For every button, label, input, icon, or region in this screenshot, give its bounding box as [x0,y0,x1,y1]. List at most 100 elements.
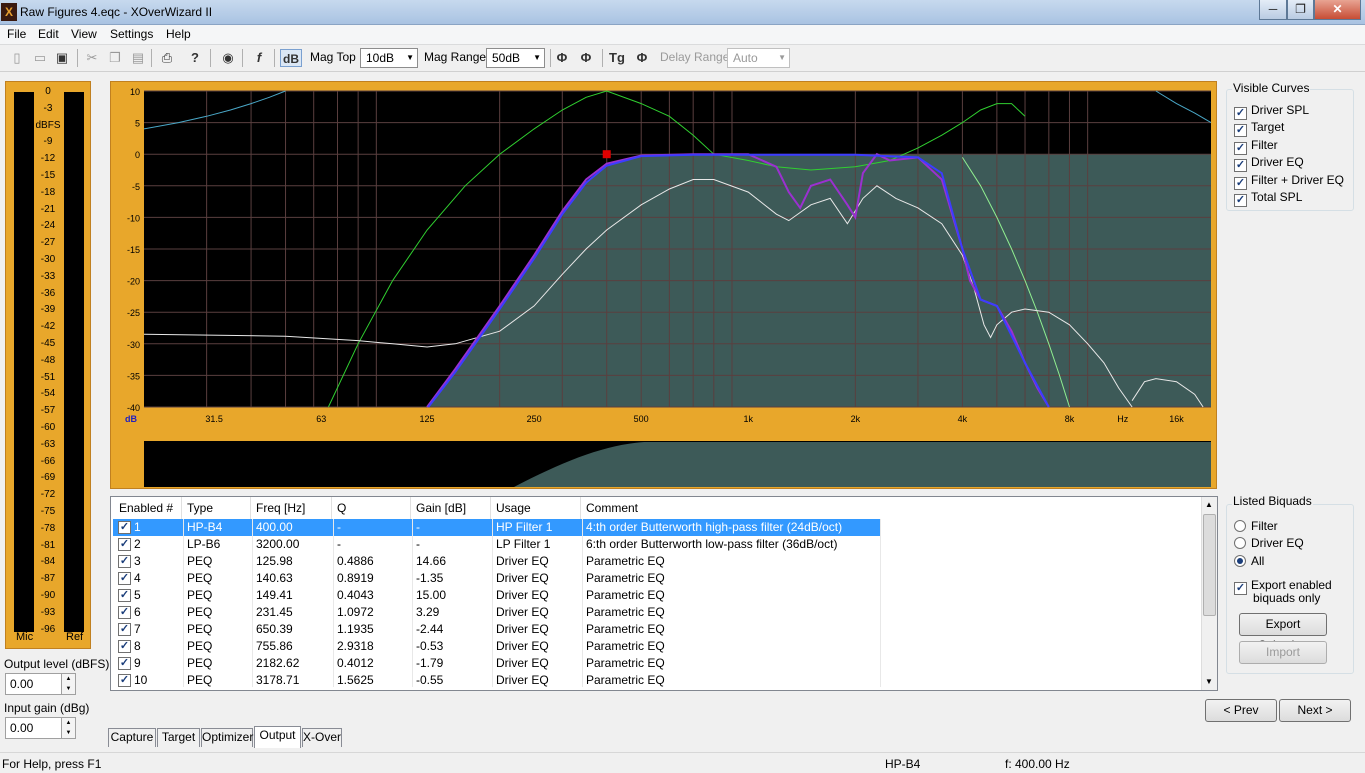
open-icon[interactable]: ▭ [31,49,49,67]
enabled-checkbox[interactable]: ✓ [118,538,131,551]
curve-toggle-total-spl[interactable]: ✓ Total SPL [1234,190,1302,207]
table-row[interactable]: ✓ 9 PEQ 2182.62 0.4012 -1.79 Driver EQ Parametr… [113,655,1203,672]
cell-freq: 400.00 [256,520,293,534]
import-button[interactable]: Import [1239,641,1327,664]
table-row[interactable]: ✓ 1 HP-B4 400.00 - - HP Filter 1 4:th order But… [113,519,1203,536]
phase-icon[interactable]: Φ [553,49,571,67]
menu-file[interactable]: File [7,27,26,41]
db-button[interactable]: dB [280,49,302,67]
app-icon[interactable]: X [1,3,17,21]
tab-output[interactable]: Output [254,726,301,748]
tab-target[interactable]: Target [157,728,200,747]
next-button[interactable]: Next > [1279,699,1351,722]
paste-icon[interactable]: ▤ [129,49,147,67]
cell-comment: 4:th order Butterworth high-pass filter … [586,520,843,534]
enabled-checkbox[interactable]: ✓ [118,521,131,534]
tab-x-over[interactable]: X-Over [302,728,342,747]
curve-toggle-driver-spl[interactable]: ✓ Driver SPL [1234,103,1309,120]
frequency-response-graph[interactable]: 10 5 0 -5 -10 -15 -20 -25 -30 -35 -40 31.5 63 125 250 5… [110,81,1217,489]
cell-comment: Parametric EQ [586,673,665,687]
column-header-comment[interactable]: Comment [586,501,638,515]
scroll-up-icon[interactable]: ▲ [1205,500,1213,509]
enabled-checkbox[interactable]: ✓ [118,657,131,670]
spin-down-icon[interactable]: ▼ [61,728,75,738]
enabled-checkbox[interactable]: ✓ [118,623,131,636]
spin-up-icon[interactable]: ▲ [61,718,75,728]
save-icon[interactable]: ▣ [53,49,71,67]
filter-marker[interactable] [602,150,611,159]
radio-driver-eq[interactable]: Driver EQ [1234,536,1304,550]
enabled-checkbox[interactable]: ✓ [118,589,131,602]
x-tick-label: 31.5 [205,414,223,424]
tab-capture[interactable]: Capture [108,728,156,747]
menu-settings[interactable]: Settings [110,27,153,41]
mic-label: Mic [16,631,34,643]
delay-phase-icon[interactable]: Φ [633,49,651,67]
curve-toggle-filter-driver-eq[interactable]: ✓ Filter + Driver EQ [1234,173,1344,190]
column-header-usage[interactable]: Usage [496,501,531,515]
maximize-button[interactable]: ❐ [1287,0,1314,20]
column-header-freq[interactable]: Freq [Hz] [256,501,305,515]
delay-range-select[interactable]: Auto ▼ [727,48,790,68]
table-scrollbar[interactable]: ▲ ▼ [1201,497,1217,690]
cell-number: 7 [134,622,141,636]
table-body: ✓ 1 HP-B4 400.00- - HP Filter 1 4:th order But… [111,519,1201,689]
print-icon[interactable]: ⎙ [158,49,176,67]
mag-top-value: 10dB [366,51,395,65]
column-header-enabled[interactable]: Enabled # [119,501,173,515]
help-icon[interactable]: ? [186,49,204,67]
export-selection-button[interactable]: Export Selection [1239,613,1327,652]
cut-icon[interactable]: ✂ [83,49,101,67]
column-header-q[interactable]: Q [337,501,346,515]
table-row[interactable]: ✓ 10 PEQ 3178.71 1.5625 -0.55 Driver EQ Paramet… [113,672,1203,689]
enabled-checkbox[interactable]: ✓ [118,555,131,568]
cell-type: PEQ [187,571,213,585]
menu-edit[interactable]: Edit [38,27,59,41]
toolbar-separator [602,49,603,67]
mag-top-select[interactable]: 10dB ▼ [360,48,418,68]
meter-tick: -24 [40,220,56,232]
scroll-down-icon[interactable]: ▼ [1205,677,1213,686]
column-header-type[interactable]: Type [187,501,213,515]
output-level-input[interactable]: 0.00 ▲ ▼ [5,673,76,695]
curve-toggle-driver-eq[interactable]: ✓ Driver EQ [1234,155,1304,173]
cell-type: PEQ [187,554,213,568]
enabled-checkbox[interactable]: ✓ [118,606,131,619]
spin-up-icon[interactable]: ▲ [61,674,75,684]
speaker-icon[interactable]: ◉ [219,49,237,67]
lock-icon[interactable]: f [250,49,268,67]
close-button[interactable]: ✕ [1314,0,1361,20]
radio-all[interactable]: All [1234,554,1264,568]
menu-help[interactable]: Help [166,27,191,41]
graph-canvas[interactable]: 10 5 0 -5 -10 -15 -20 -25 -30 -35 -40 31.5 63 125 250 5… [111,82,1218,490]
cell-freq: 3200.00 [256,537,300,551]
cell-q: 2.9318 [337,639,374,653]
spin-down-icon[interactable]: ▼ [61,684,75,694]
enabled-checkbox[interactable]: ✓ [118,640,131,653]
menu-view[interactable]: View [71,27,97,41]
minimize-button[interactable]: ─ [1259,0,1287,20]
tab-optimizer[interactable]: Optimizer [201,728,253,747]
curve-toggle-filter[interactable]: ✓ Filter [1234,138,1278,155]
new-icon[interactable]: ▯ [8,49,26,67]
table-row[interactable]: ✓ 5 PEQ 149.41 0.4043 15.00 Driver EQ Parametri… [113,587,1203,604]
mag-range-select[interactable]: 50dB ▼ [486,48,545,68]
curve-toggle-label: Driver EQ [1251,155,1304,170]
enabled-checkbox[interactable]: ✓ [118,674,131,687]
enabled-checkbox[interactable]: ✓ [118,572,131,585]
copy-icon[interactable]: ❐ [106,49,124,67]
table-row[interactable]: ✓ 2 LP-B6 3200.00 - - LP Filter 1 6:th order Bu… [113,536,1203,553]
column-header-gain[interactable]: Gain [dB] [416,501,466,515]
prev-button[interactable]: < Prev [1205,699,1277,722]
group-delay-icon[interactable]: Tg [608,49,626,67]
table-row[interactable]: ✓ 3 PEQ 125.98 0.4886 14.66 Driver EQ Parametri… [113,553,1203,570]
table-row[interactable]: ✓ 8 PEQ 755.86 2.9318 -0.53 Driver EQ Parametri… [113,638,1203,655]
scroll-thumb[interactable] [1203,514,1216,616]
radio-filter[interactable]: Filter [1234,519,1278,533]
curve-toggle-target[interactable]: ✓ Target [1234,120,1284,138]
table-row[interactable]: ✓ 6 PEQ 231.45 1.0972 3.29 Driver EQ Parametric… [113,604,1203,621]
table-row[interactable]: ✓ 7 PEQ 650.39 1.1935 -2.44 Driver EQ Parametri… [113,621,1203,638]
table-row[interactable]: ✓ 4 PEQ 140.63 0.8919 -1.35 Driver EQ Parametri… [113,570,1203,587]
wrapped-phase-icon[interactable]: Φ [577,49,595,67]
input-gain-input[interactable]: 0.00 ▲ ▼ [5,717,76,739]
